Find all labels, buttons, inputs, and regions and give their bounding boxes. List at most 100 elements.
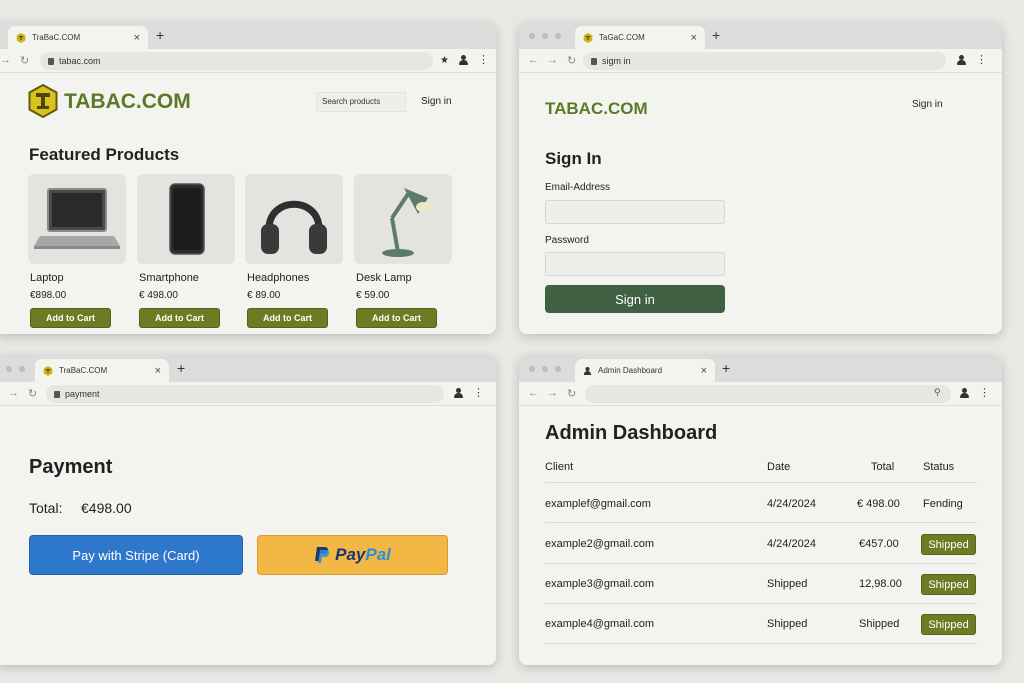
site-brand[interactable]: TABAC.COM (64, 90, 191, 114)
url-field[interactable]: tabac.com (40, 52, 433, 70)
cell-client[interactable]: example4@gmail.com (545, 618, 654, 630)
back-icon[interactable]: ← (528, 387, 539, 399)
window-controls[interactable] (529, 366, 561, 372)
profile-icon[interactable] (454, 388, 463, 398)
reload-icon[interactable]: ↻ (567, 387, 576, 400)
profile-icon[interactable] (960, 388, 969, 398)
product-image[interactable] (245, 174, 343, 264)
menu-kebab-icon[interactable]: ⋮ (478, 55, 489, 66)
shop-browser-window: TraBaC.COM × + → ↻ tabac.com ★ ⋮ TABAC.C… (0, 22, 496, 334)
tab-title: TraBaC.COM (32, 33, 81, 42)
add-to-cart-button[interactable]: Add to Cart (356, 308, 437, 328)
tabac-logo-icon (28, 84, 58, 118)
address-bar: → ↻ payment ⋮ (0, 382, 496, 406)
paypal-text-pal: Pal (365, 545, 391, 564)
cell-total: 12,98.00 (859, 578, 902, 590)
sign-in-link[interactable]: Sign in (421, 96, 452, 107)
section-heading: Featured Products (29, 145, 180, 164)
product-image[interactable] (28, 174, 126, 264)
tab-payment[interactable]: TraBaC.COM × (35, 359, 169, 382)
close-tab-icon[interactable]: × (155, 365, 161, 377)
product-image[interactable] (137, 174, 235, 264)
sign-in-link[interactable]: Sign in (912, 99, 943, 110)
admin-browser-window: Admin Dashboard × + ← → ↻ ⚲ ⋮ Admin Dash… (519, 355, 1002, 665)
forward-icon[interactable]: → (0, 54, 11, 66)
url-field[interactable]: sigm in (583, 52, 946, 70)
payment-browser-window: TraBaC.COM × + → ↻ payment ⋮ Payment Tot… (0, 355, 496, 665)
product-name: Smartphone (139, 272, 199, 284)
column-header-total[interactable]: Total (871, 461, 894, 473)
cell-date: Shipped (767, 578, 808, 590)
add-to-cart-button[interactable]: Add to Cart (30, 308, 111, 328)
menu-kebab-icon[interactable]: ⋮ (473, 388, 484, 399)
new-tab-icon[interactable]: + (712, 27, 720, 43)
site-brand[interactable]: TABAC.COM (545, 99, 648, 119)
cell-client[interactable]: examplef@gmail.com (545, 498, 651, 510)
admin-favicon-icon (583, 366, 592, 375)
extension-icon[interactable]: ⚲ (934, 387, 941, 398)
tab-title: Admin Dashboard (598, 366, 663, 375)
laptop-icon (34, 188, 120, 249)
product-image[interactable] (354, 174, 452, 264)
cell-client[interactable]: example3@gmail.com (545, 578, 654, 590)
password-field[interactable] (545, 252, 725, 276)
status-badge[interactable]: Shipped (921, 534, 976, 555)
product-card: Headphones € 89.00 Add to Cart (245, 174, 345, 328)
window-controls[interactable] (529, 33, 561, 39)
reload-icon[interactable]: ↻ (567, 54, 576, 67)
lock-icon (48, 57, 54, 65)
window-controls[interactable] (6, 366, 25, 372)
close-tab-icon[interactable]: × (701, 365, 707, 377)
pay-with-stripe-button[interactable]: Pay with Stripe (Card) (29, 535, 243, 575)
column-header-client[interactable]: Client (545, 461, 573, 473)
tabac-favicon-icon (43, 365, 53, 376)
tab-signin[interactable]: TaGaC.COM × (575, 26, 705, 49)
new-tab-icon[interactable]: + (722, 360, 730, 376)
close-tab-icon[interactable]: × (134, 32, 140, 44)
reload-icon[interactable]: ↻ (20, 54, 29, 67)
password-label: Password (545, 235, 589, 246)
paypal-button[interactable]: Pay Pal (257, 535, 448, 575)
back-icon[interactable]: ← (528, 54, 539, 66)
forward-icon[interactable]: → (547, 54, 558, 66)
profile-icon[interactable] (957, 55, 966, 65)
product-price: € 498.00 (139, 290, 178, 301)
product-price: €898.00 (30, 290, 67, 301)
cell-total: €457.00 (859, 538, 899, 550)
email-field[interactable] (545, 200, 725, 224)
tab-shop[interactable]: TraBaC.COM × (8, 26, 148, 49)
url-field[interactable]: payment (46, 385, 444, 403)
tab-bar: TraBaC.COM × + (0, 22, 496, 49)
cell-total: Shipped (859, 618, 900, 630)
add-to-cart-button[interactable]: Add to Cart (247, 308, 328, 328)
signin-browser-window: TaGaC.COM × + ← → ↻ sigm in ⋮ TABAC.COM … (519, 22, 1002, 334)
desk-lamp-icon (382, 188, 430, 257)
forward-icon[interactable]: → (547, 387, 558, 399)
status-badge[interactable]: Shipped (921, 614, 976, 635)
reload-icon[interactable]: ↻ (28, 387, 37, 400)
new-tab-icon[interactable]: + (156, 27, 164, 43)
tab-admin[interactable]: Admin Dashboard × (575, 359, 715, 382)
cell-client[interactable]: example2@gmail.com (545, 538, 654, 550)
profile-icon[interactable] (458, 55, 468, 65)
forward-icon[interactable]: → (8, 387, 19, 399)
cell-date: 4/24/2024 (767, 498, 816, 510)
column-header-date[interactable]: Date (767, 461, 790, 473)
add-to-cart-button[interactable]: Add to Cart (139, 308, 220, 328)
product-name: Headphones (247, 272, 310, 284)
paypal-logo-icon (315, 547, 330, 563)
page-title: Payment (29, 456, 113, 478)
close-tab-icon[interactable]: × (691, 32, 697, 44)
search-input[interactable]: Search products (316, 92, 406, 112)
sign-in-button[interactable]: Sign in (545, 285, 725, 313)
menu-kebab-icon[interactable]: ⋮ (979, 388, 990, 399)
table-divider (545, 522, 977, 523)
tabac-favicon-icon (16, 32, 26, 43)
bookmark-star-icon[interactable]: ★ (440, 55, 449, 66)
status-badge[interactable]: Shipped (921, 574, 976, 595)
url-field[interactable] (585, 385, 951, 403)
lock-icon (54, 390, 60, 398)
new-tab-icon[interactable]: + (177, 360, 185, 376)
menu-kebab-icon[interactable]: ⋮ (976, 55, 987, 66)
column-header-status[interactable]: Status (923, 461, 954, 473)
